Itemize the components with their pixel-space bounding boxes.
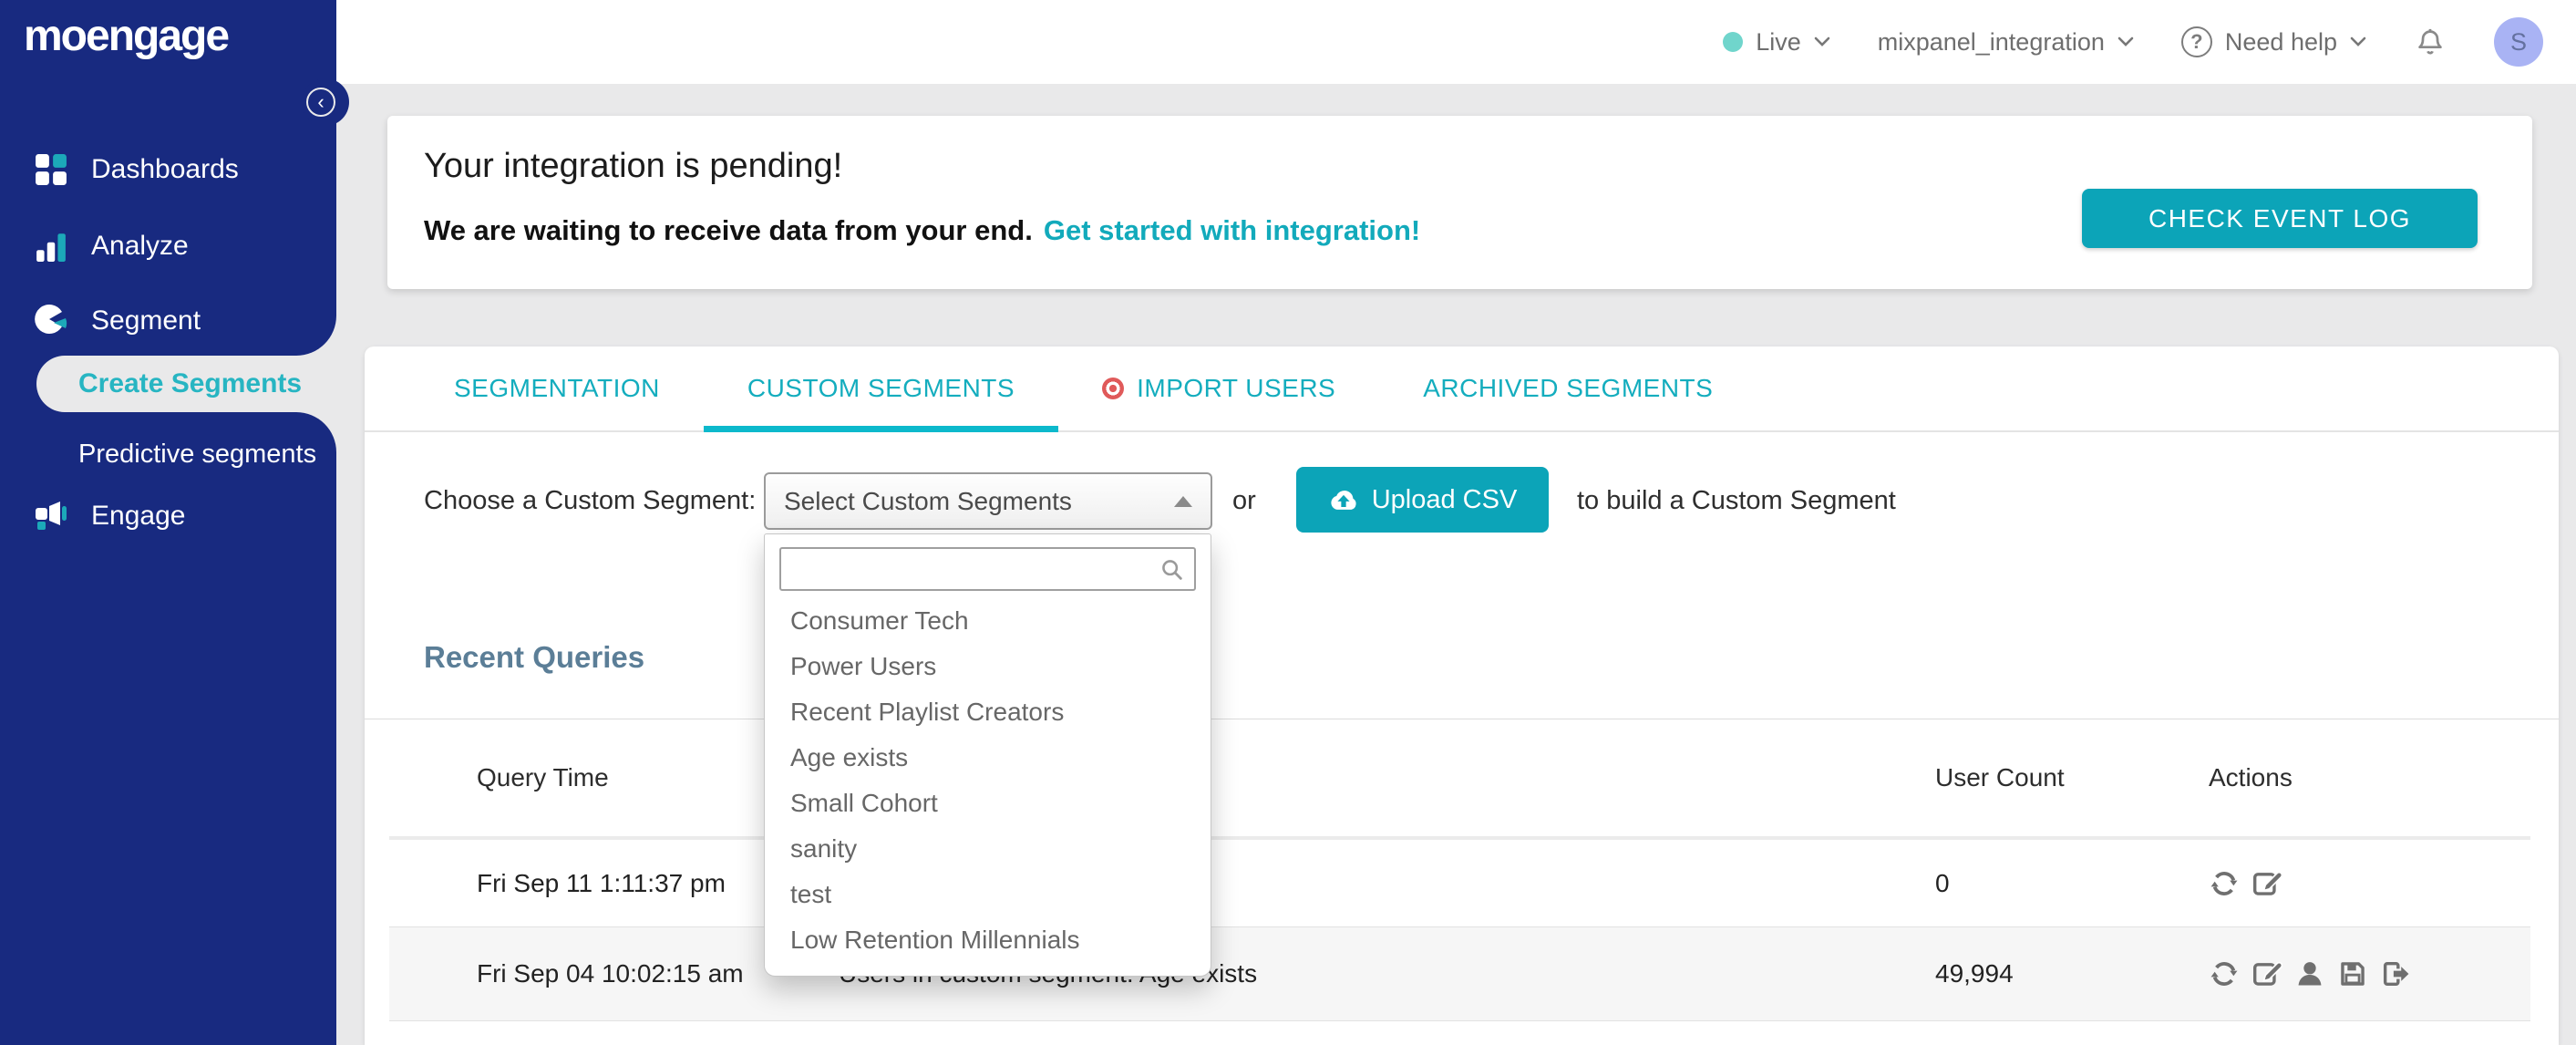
environment-selector[interactable]: Live — [1723, 28, 1830, 57]
sidebar-item-label: Analyze — [91, 231, 189, 261]
segment-options-list: Consumer Tech Power Users Recent Playlist … — [765, 598, 1211, 963]
dropdown-option[interactable]: test — [765, 872, 1211, 917]
sidebar-item-predictive-segments[interactable]: Predictive segments — [78, 429, 316, 480]
tab-label: IMPORT USERS — [1137, 374, 1336, 402]
tab-label: ARCHIVED SEGMENTS — [1423, 374, 1714, 402]
check-event-log-button[interactable]: CHECK EVENT LOG — [2082, 189, 2478, 248]
search-input[interactable] — [779, 547, 1196, 591]
cell-user-count: 49,994 — [1935, 959, 2014, 988]
cell-user-count: 0 — [1935, 868, 1950, 897]
select-value: Select Custom Segments — [784, 486, 1072, 515]
sidebar-item-analyze[interactable]: Analyze — [35, 230, 189, 263]
dropdown-search — [779, 547, 1196, 591]
tab-label: CUSTOM SEGMENTS — [747, 374, 1015, 402]
need-help-label: Need help — [2224, 27, 2337, 56]
dropdown-option[interactable]: Power Users — [765, 644, 1211, 689]
live-status-icon — [1723, 32, 1744, 52]
tab-label: SEGMENTATION — [454, 374, 660, 402]
build-segment-hint: to build a Custom Segment — [1577, 486, 1896, 515]
table-row: Fri Sep 04 10:02:15 amUsers in custom se… — [389, 927, 2530, 1021]
environment-label: Live — [1756, 27, 1801, 56]
upload-csv-button[interactable]: Upload CSV — [1296, 467, 1549, 533]
custom-segment-select[interactable]: Select Custom Segments — [764, 472, 1212, 530]
sidebar-item-label: Dashboards — [91, 154, 239, 184]
chevron-down-icon — [2117, 36, 2134, 47]
notifications-bell-icon[interactable] — [2414, 26, 2447, 58]
recent-queries-table: Query Time User Count Actions Fri Sep 11… — [389, 719, 2530, 1021]
upload-csv-label: Upload CSV — [1371, 484, 1518, 514]
chevron-down-icon — [2350, 36, 2366, 47]
question-icon: ? — [2180, 26, 2212, 57]
grid-icon — [36, 154, 67, 185]
sidebar-item-create-segments[interactable]: Create Segments — [36, 356, 336, 412]
dropdown-option[interactable]: Low Retention Millennials — [765, 917, 1211, 963]
custom-segment-dropdown: Consumer Tech Power Users Recent Playlist … — [764, 533, 1211, 977]
sidebar-item-engage[interactable]: Engage — [35, 500, 185, 533]
dropdown-option[interactable]: Small Cohort — [765, 781, 1211, 826]
workspace-label: mixpanel_integration — [1877, 27, 2105, 56]
tab-segmentation[interactable]: SEGMENTATION — [410, 347, 704, 430]
sidebar-item-label: Engage — [91, 501, 186, 531]
column-actions: Actions — [2209, 763, 2293, 792]
edit-icon[interactable] — [2251, 958, 2282, 989]
refresh-icon[interactable] — [2209, 958, 2240, 989]
tab-custom-segments[interactable]: CUSTOM SEGMENTS — [703, 347, 1059, 432]
user-icon[interactable] — [2294, 958, 2325, 989]
recent-queries-title: Recent Queries — [424, 640, 645, 674]
get-started-link[interactable]: Get started with integration! — [1044, 214, 1420, 246]
edit-icon[interactable] — [2251, 868, 2282, 899]
topbar: Live mixpanel_integration ? Need help S — [336, 0, 2576, 84]
caret-up-icon — [1174, 495, 1192, 507]
dropdown-option[interactable]: Recent Playlist Creators — [765, 689, 1211, 735]
cell-actions — [2209, 958, 2530, 989]
active-item-notch-top — [296, 316, 336, 356]
sidebar-item-label: Segment — [91, 305, 201, 336]
sidebar-item-segment[interactable]: Segment — [35, 305, 201, 337]
tab-archived-segments[interactable]: ARCHIVED SEGMENTS — [1379, 347, 1757, 430]
dropdown-option[interactable]: Consumer Tech — [765, 598, 1211, 644]
pie-chart-icon — [35, 305, 67, 334]
table-header: Query Time User Count Actions — [389, 719, 2530, 840]
table-row: Fri Sep 11 1:11:37 pm 0 — [389, 840, 2530, 927]
banner-subtitle-text: We are waiting to receive data from your… — [424, 214, 1033, 246]
or-text: or — [1232, 486, 1256, 515]
refresh-icon[interactable] — [2209, 868, 2240, 899]
cloud-upload-icon — [1331, 490, 1356, 510]
banner-title: Your integration is pending! — [424, 147, 843, 185]
bar-chart-icon — [36, 233, 66, 262]
sidebar-item-dashboards[interactable]: Dashboards — [35, 153, 239, 186]
save-icon[interactable] — [2337, 958, 2368, 989]
dropdown-option[interactable]: Age exists — [765, 735, 1211, 781]
avatar[interactable]: S — [2494, 17, 2543, 67]
integration-pending-banner: Your integration is pending! We are wait… — [387, 116, 2532, 289]
moengage-logo: moengage — [24, 12, 230, 60]
sidebar-collapse-button[interactable]: ‹ — [306, 88, 335, 117]
magnifier-icon — [1162, 560, 1182, 580]
need-help-menu[interactable]: ? Need help — [2180, 26, 2366, 57]
megaphone-icon — [36, 502, 67, 530]
recent-queries-rows: Fri Sep 11 1:11:37 pm 0 Fri Sep 04 10:02:1… — [389, 840, 2530, 1021]
sidebar: moengage ‹ Dashboards Analyze Segment Cr… — [0, 0, 349, 1045]
export-icon[interactable] — [2380, 958, 2411, 989]
workspace-selector[interactable]: mixpanel_integration — [1878, 28, 2134, 57]
banner-subtitle: We are waiting to receive data from your… — [424, 214, 1420, 247]
red-ring-dot-icon — [1102, 378, 1125, 399]
column-user-count: User Count — [1935, 763, 2065, 792]
tab-import-users[interactable]: IMPORT USERS — [1058, 347, 1379, 430]
segment-tabs: SEGMENTATION CUSTOM SEGMENTS IMPORT USER… — [365, 347, 2559, 432]
choose-segment-label: Choose a Custom Segment: — [424, 486, 757, 515]
segments-card: SEGMENTATION CUSTOM SEGMENTS IMPORT USER… — [365, 347, 2559, 1045]
chevron-down-icon — [1814, 36, 1830, 47]
cell-actions — [2209, 868, 2530, 899]
dropdown-option[interactable]: sanity — [765, 826, 1211, 872]
